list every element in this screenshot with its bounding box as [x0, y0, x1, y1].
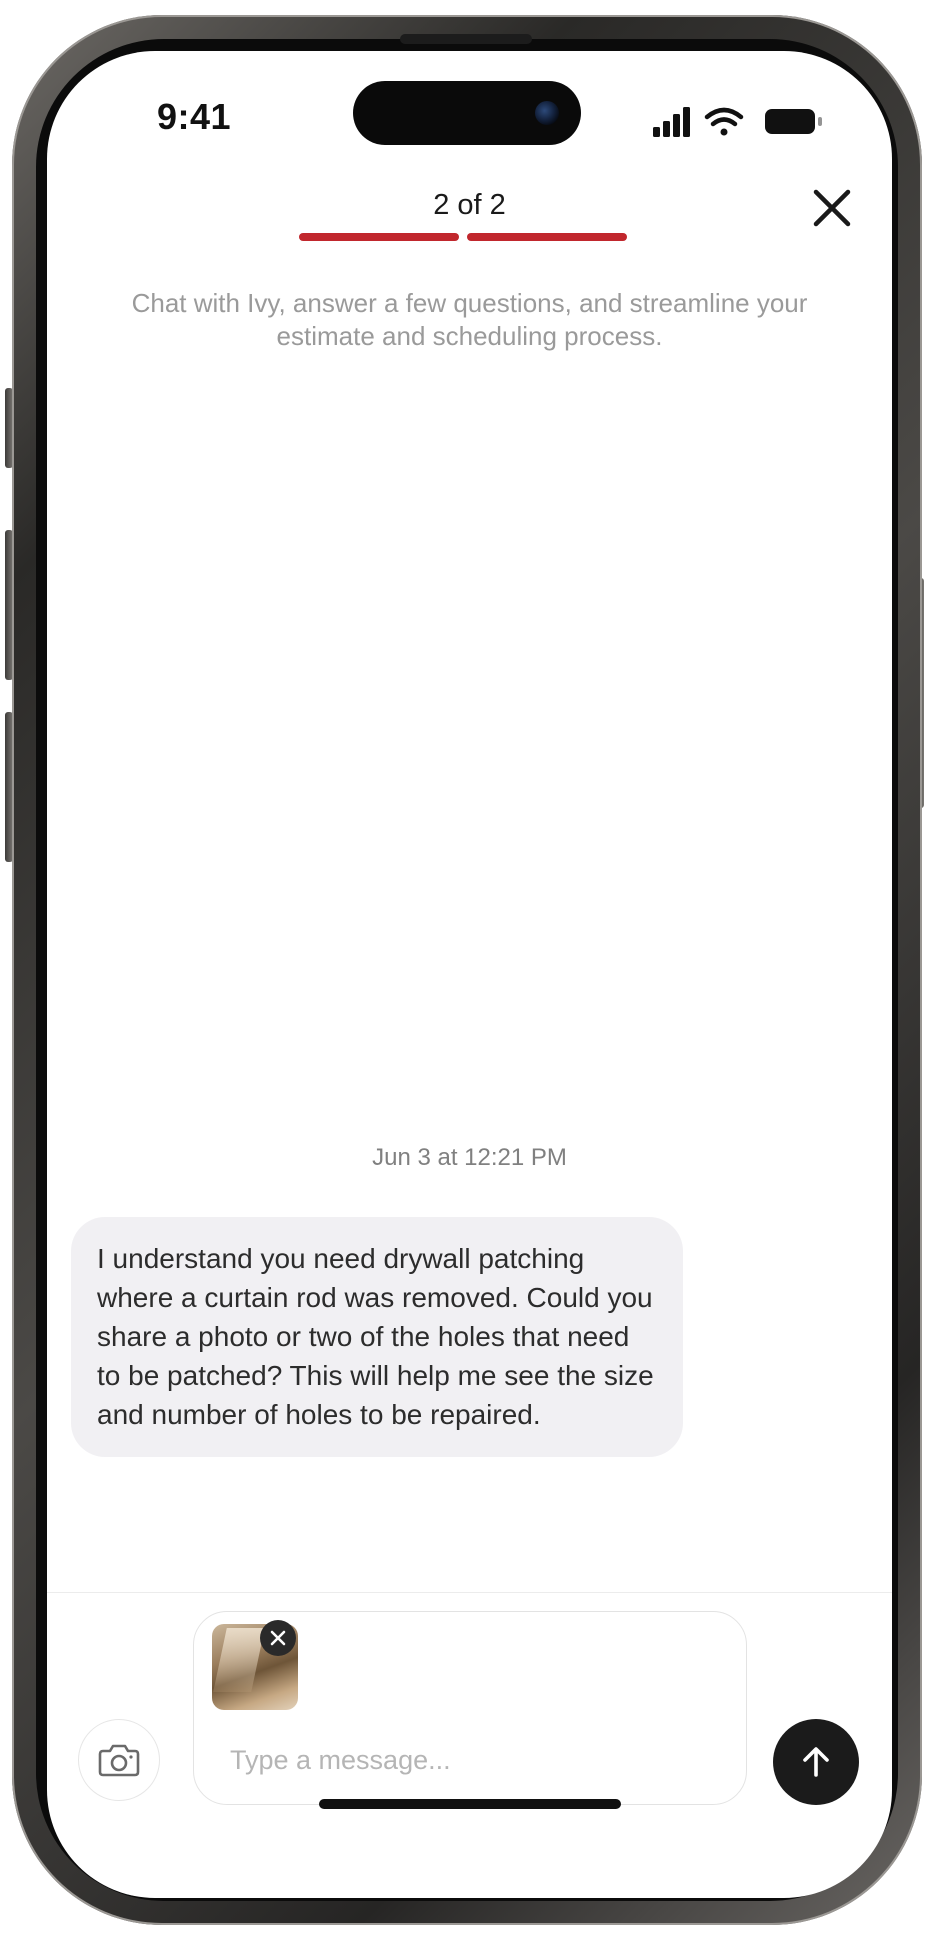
cellular-signal-icon [653, 107, 690, 137]
send-button[interactable] [773, 1719, 859, 1805]
front-camera [535, 101, 559, 125]
close-button[interactable] [809, 185, 855, 231]
home-indicator[interactable] [319, 1799, 621, 1809]
progress-segment-2 [467, 233, 627, 241]
close-icon [270, 1630, 286, 1646]
camera-icon [98, 1744, 140, 1777]
close-icon [813, 189, 851, 227]
progress-segment-1 [299, 233, 459, 241]
status-icons [653, 105, 833, 139]
earpiece-speaker [400, 34, 532, 44]
app-screen: 9:41 2 of 2 Chat with Ivy, answer a few … [47, 51, 892, 1898]
battery-icon [765, 109, 822, 134]
wifi-icon [704, 107, 744, 136]
arrow-up-icon [803, 1747, 829, 1777]
step-indicator: 2 of 2 [433, 189, 506, 221]
assistant-message-bubble: I understand you need drywall patching w… [71, 1217, 683, 1457]
intro-subtitle: Chat with Ivy, answer a few questions, a… [131, 288, 808, 351]
camera-button[interactable] [78, 1719, 160, 1801]
remove-attachment-button[interactable] [260, 1620, 296, 1656]
message-timestamp: Jun 3 at 12:21 PM [372, 1144, 567, 1171]
device-mockup: 9:41 2 of 2 Chat with Ivy, answer a few … [0, 0, 929, 1934]
status-time: 9:41 [157, 96, 232, 137]
message-input[interactable] [230, 1740, 710, 1780]
thumbnail-image [213, 1628, 265, 1692]
message-composer [193, 1611, 747, 1805]
composer-divider [47, 1592, 892, 1593]
dynamic-island [353, 81, 581, 145]
